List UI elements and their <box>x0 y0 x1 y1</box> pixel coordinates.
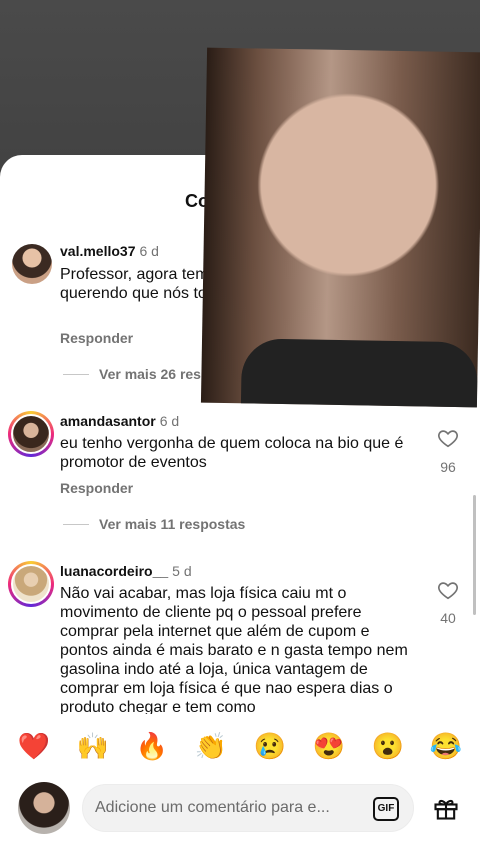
reply-button[interactable]: Responder <box>60 480 133 496</box>
commenter-avatar[interactable] <box>12 244 52 284</box>
gift-icon[interactable] <box>432 794 460 822</box>
view-more-replies[interactable]: Ver mais 11 respostas <box>99 516 245 532</box>
comment-time: 6 d <box>159 413 180 429</box>
comment-username[interactable]: amandasantor <box>60 413 156 429</box>
scrollbar[interactable] <box>473 495 476 615</box>
comment-time: 6 d <box>139 243 159 259</box>
crying-emoji-button[interactable]: 😢 <box>252 728 288 764</box>
fire-emoji-button[interactable]: 🔥 <box>134 728 170 764</box>
comment-username[interactable]: luanacordeiro__ <box>60 563 168 579</box>
comment-text: eu tenho vergonha de quem coloca na bio … <box>60 435 404 471</box>
heart-icon[interactable] <box>437 427 459 449</box>
clapping-emoji-button[interactable]: 👏 <box>193 728 229 764</box>
comment-time: 5 d <box>172 563 192 579</box>
quick-reactions-bar: ❤️ 🙌 🔥 👏 😢 😍 😮 😂 <box>0 728 480 768</box>
comment-input-wrapper: GIF <box>82 784 414 832</box>
commenter-avatar[interactable] <box>8 561 54 607</box>
reply-button[interactable]: Responder <box>60 330 133 346</box>
video-figure-shirt <box>240 338 479 408</box>
comment-meta: val.mello37 6 d <box>60 243 159 259</box>
picture-in-picture-video[interactable] <box>200 47 480 408</box>
surprised-emoji-button[interactable]: 😮 <box>370 728 406 764</box>
gif-icon[interactable]: GIF <box>373 797 399 821</box>
like-count: 40 <box>440 610 456 626</box>
raising-hands-emoji-button[interactable]: 🙌 <box>75 728 111 764</box>
comment-input[interactable] <box>95 785 365 831</box>
commenter-avatar[interactable] <box>8 411 54 457</box>
comment-meta: luanacordeiro__ 5 d <box>60 563 192 579</box>
replies-divider <box>63 374 89 375</box>
comment-meta: amandasantor 6 d <box>60 413 179 429</box>
like-count: 96 <box>440 459 456 475</box>
comment-username[interactable]: val.mello37 <box>60 243 136 259</box>
replies-divider <box>63 524 89 525</box>
heart-icon[interactable] <box>437 579 459 601</box>
heart-emoji-button[interactable]: ❤️ <box>16 728 52 764</box>
laughing-emoji-button[interactable]: 😂 <box>428 728 464 764</box>
current-user-avatar <box>18 782 70 834</box>
comment-text: Não vai acabar, mas loja física caiu mt … <box>60 585 408 714</box>
heart-eyes-emoji-button[interactable]: 😍 <box>311 728 347 764</box>
comment-composer: GIF <box>0 780 480 840</box>
